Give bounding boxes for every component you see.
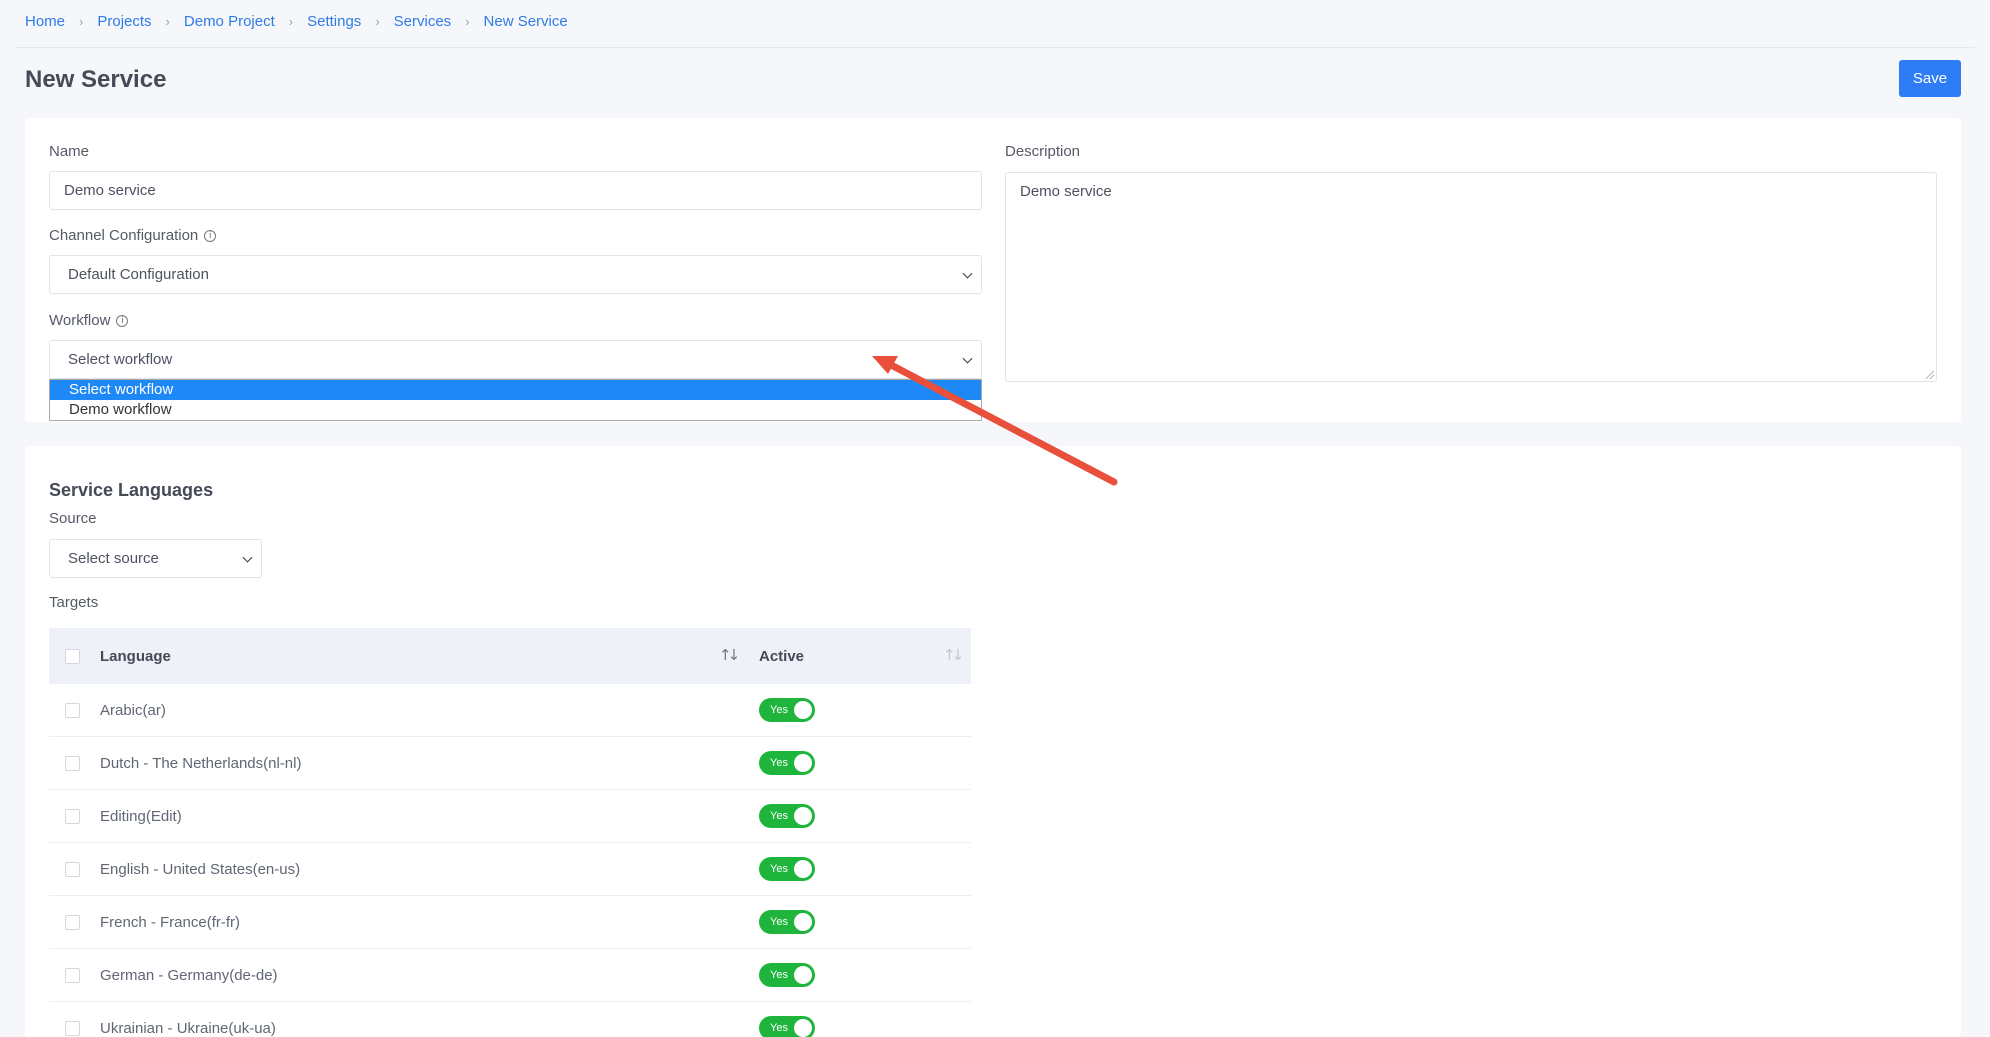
select-all-checkbox[interactable] — [65, 648, 80, 664]
workflow-dropdown: Select workflow Demo workflow — [49, 379, 982, 421]
service-languages-title: Service Languages — [49, 480, 214, 500]
chevron-down-icon — [242, 552, 253, 563]
divider — [15, 47, 1975, 48]
table-header: Language ↑↓ Active ↑↓ — [49, 628, 971, 684]
table-row: Ukrainian - Ukraine(uk-ua) Yes — [49, 1002, 971, 1037]
chevron-right-icon: › — [465, 13, 470, 29]
channel-configuration-label: Channel Configuration i — [49, 227, 217, 244]
active-toggle[interactable]: Yes — [759, 751, 815, 775]
workflow-select[interactable]: Select workflow — [49, 340, 982, 379]
page-title: New Service — [25, 66, 167, 93]
workflow-label-text: Workflow — [49, 312, 111, 329]
channel-configuration-select[interactable]: Default Configuration — [49, 255, 982, 294]
toggle-label: Yes — [770, 757, 788, 769]
breadcrumb-demo-project[interactable]: Demo Project — [184, 13, 275, 30]
toggle-label: Yes — [770, 1022, 788, 1034]
breadcrumb-settings[interactable]: Settings — [307, 13, 361, 30]
chevron-right-icon: › — [375, 13, 380, 29]
toggle-label: Yes — [770, 704, 788, 716]
toggle-knob — [794, 913, 812, 931]
toggle-knob — [794, 701, 812, 719]
toggle-knob — [794, 754, 812, 772]
table-row: German - Germany(de-de) Yes — [49, 949, 971, 1002]
language-name: French - France(fr-fr) — [100, 913, 241, 931]
table-body: Arabic(ar) Yes Dutch - The Netherlands(nl-… — [49, 684, 971, 1037]
toggle-knob — [794, 807, 812, 825]
row-checkbox[interactable] — [65, 1020, 80, 1036]
description-label: Description — [1005, 143, 1081, 160]
row-checkbox[interactable] — [65, 914, 80, 930]
toggle-label: Yes — [770, 916, 788, 928]
language-name: Arabic(ar) — [100, 701, 166, 719]
toggle-label: Yes — [770, 810, 788, 822]
workflow-label: Workflow i — [49, 312, 129, 329]
toggle-label: Yes — [770, 969, 788, 981]
info-icon[interactable]: i — [204, 229, 217, 242]
info-icon[interactable]: i — [116, 314, 129, 327]
workflow-option-select[interactable]: Select workflow — [50, 380, 981, 400]
table-row: Dutch - The Netherlands(nl-nl) Yes — [49, 737, 971, 790]
breadcrumb-projects[interactable]: Projects — [97, 13, 151, 30]
column-language[interactable]: Language — [100, 648, 171, 665]
breadcrumb-new-service[interactable]: New Service — [484, 13, 568, 30]
resize-handle-icon[interactable] — [1926, 371, 1934, 379]
workflow-value: Select workflow — [68, 351, 173, 368]
active-toggle[interactable]: Yes — [759, 857, 815, 881]
row-checkbox[interactable] — [65, 808, 80, 824]
chevron-down-icon — [962, 353, 973, 364]
channel-configuration-value: Default Configuration — [68, 266, 209, 283]
language-name: Ukrainian - Ukraine(uk-ua) — [100, 1019, 276, 1037]
active-toggle[interactable]: Yes — [759, 698, 815, 722]
active-toggle[interactable]: Yes — [759, 1016, 815, 1037]
chevron-right-icon: › — [165, 13, 170, 29]
language-name: Editing(Edit) — [100, 807, 182, 825]
description-value: Demo service — [1020, 183, 1112, 200]
table-row: French - France(fr-fr) Yes — [49, 896, 971, 949]
source-value: Select source — [68, 550, 159, 567]
table-row: Arabic(ar) Yes — [49, 684, 971, 737]
chevron-right-icon: › — [288, 13, 294, 29]
row-checkbox[interactable] — [65, 702, 80, 718]
toggle-knob — [794, 966, 812, 984]
sort-icon[interactable]: ↑↓ — [719, 646, 740, 664]
row-checkbox[interactable] — [65, 967, 80, 983]
language-name: German - Germany(de-de) — [100, 966, 278, 984]
chevron-down-icon — [962, 268, 973, 279]
active-toggle[interactable]: Yes — [759, 804, 815, 828]
sort-icon[interactable]: ↑↓ — [943, 646, 964, 664]
breadcrumb-home[interactable]: Home — [25, 13, 65, 30]
source-label: Source — [49, 510, 97, 527]
targets-label: Targets — [49, 594, 99, 611]
toggle-label: Yes — [770, 863, 788, 875]
active-toggle[interactable]: Yes — [759, 963, 815, 987]
name-input[interactable]: Demo service — [49, 171, 982, 210]
chevron-right-icon: › — [79, 13, 84, 29]
row-checkbox[interactable] — [65, 861, 80, 877]
targets-table: Language ↑↓ Active ↑↓ Arabic(ar) Yes Dutch… — [49, 628, 971, 1037]
workflow-option-demo[interactable]: Demo workflow — [50, 400, 981, 420]
toggle-knob — [794, 1019, 812, 1037]
source-select[interactable]: Select source — [49, 539, 262, 578]
channel-configuration-label-text: Channel Configuration — [49, 227, 199, 244]
save-button[interactable]: Save — [1899, 60, 1961, 97]
language-name: English - United States(en-us) — [100, 860, 301, 878]
table-row: Editing(Edit) Yes — [49, 790, 971, 843]
table-row: English - United States(en-us) Yes — [49, 843, 971, 896]
breadcrumb-services[interactable]: Services — [394, 13, 452, 30]
description-textarea[interactable]: Demo service — [1005, 172, 1937, 382]
active-toggle[interactable]: Yes — [759, 910, 815, 934]
toggle-knob — [794, 860, 812, 878]
language-name: Dutch - The Netherlands(nl-nl) — [100, 754, 302, 772]
row-checkbox[interactable] — [65, 755, 80, 771]
name-label: Name — [49, 143, 90, 160]
breadcrumb: Home › Projects › Demo Project › Setting… — [25, 8, 568, 34]
column-active[interactable]: Active — [759, 648, 804, 665]
